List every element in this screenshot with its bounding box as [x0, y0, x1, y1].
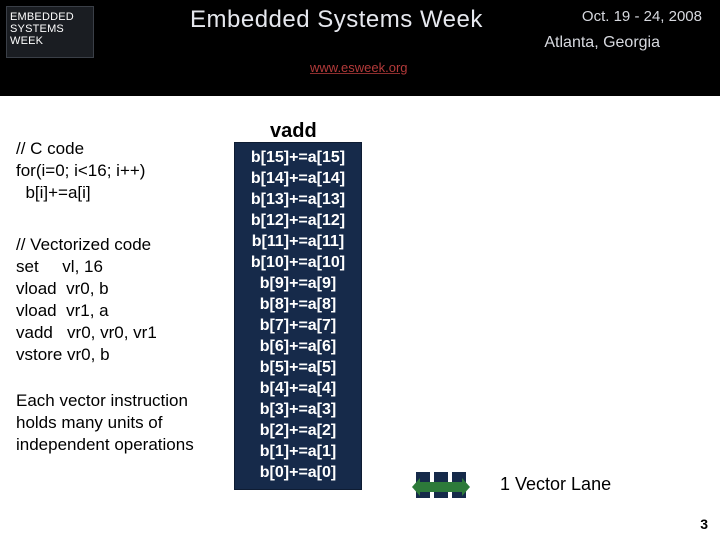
vadd-row: b[7]+=a[7] [237, 315, 359, 336]
vadd-row: b[2]+=a[2] [237, 420, 359, 441]
vector-lane-icon [410, 468, 470, 502]
vadd-row: b[9]+=a[9] [237, 273, 359, 294]
vector-lane-label: 1 Vector Lane [500, 474, 611, 495]
vadd-row: b[5]+=a[5] [237, 357, 359, 378]
vadd-row: b[6]+=a[6] [237, 336, 359, 357]
vadd-row: b[11]+=a[11] [237, 231, 359, 252]
vadd-row: b[4]+=a[4] [237, 378, 359, 399]
vadd-row: b[8]+=a[8] [237, 294, 359, 315]
c-line: b[i]+=a[i] [16, 183, 91, 202]
explanatory-note: Each vector instruction holds many units… [16, 390, 226, 456]
banner-dates: Oct. 19 - 24, 2008 [582, 8, 702, 25]
vec-line: vload vr0, b [16, 279, 109, 298]
vadd-row: b[13]+=a[13] [237, 189, 359, 210]
vector-code-block: // Vectorized code set vl, 16 vload vr0,… [16, 234, 226, 366]
vadd-row: b[10]+=a[10] [237, 252, 359, 273]
vec-comment: // Vectorized code [16, 235, 151, 254]
badge-line: EMBEDDED [10, 11, 90, 23]
vec-line: vload vr1, a [16, 301, 109, 320]
vadd-row: b[15]+=a[15] [237, 147, 359, 168]
vadd-row: b[12]+=a[12] [237, 210, 359, 231]
banner-url: www.esweek.org [310, 60, 408, 75]
badge-line: SYSTEMS [10, 23, 90, 35]
conference-banner: EMBEDDED SYSTEMS WEEK Embedded Systems W… [0, 0, 720, 96]
banner-city: Atlanta, Georgia [544, 34, 660, 52]
vec-line: vstore vr0, b [16, 345, 110, 364]
page-number: 3 [700, 516, 708, 532]
vadd-operations-box: b[15]+=a[15]b[14]+=a[14]b[13]+=a[13]b[12… [234, 142, 362, 490]
vec-line: vadd vr0, vr0, vr1 [16, 323, 157, 342]
c-code-block: // C code for(i=0; i<16; i++) b[i]+=a[i] [16, 138, 226, 204]
vadd-row: b[3]+=a[3] [237, 399, 359, 420]
badge-line: WEEK [10, 35, 90, 47]
banner-title: Embedded Systems Week [190, 6, 483, 34]
vec-line: set vl, 16 [16, 257, 103, 276]
vadd-label: vadd [270, 120, 317, 143]
c-comment: // C code [16, 139, 84, 158]
vadd-row: b[14]+=a[14] [237, 168, 359, 189]
vadd-row: b[0]+=a[0] [237, 462, 359, 483]
code-column: // C code for(i=0; i<16; i++) b[i]+=a[i]… [16, 138, 226, 456]
c-line: for(i=0; i<16; i++) [16, 161, 145, 180]
esw-badge: EMBEDDED SYSTEMS WEEK [6, 6, 94, 58]
vadd-row: b[1]+=a[1] [237, 441, 359, 462]
